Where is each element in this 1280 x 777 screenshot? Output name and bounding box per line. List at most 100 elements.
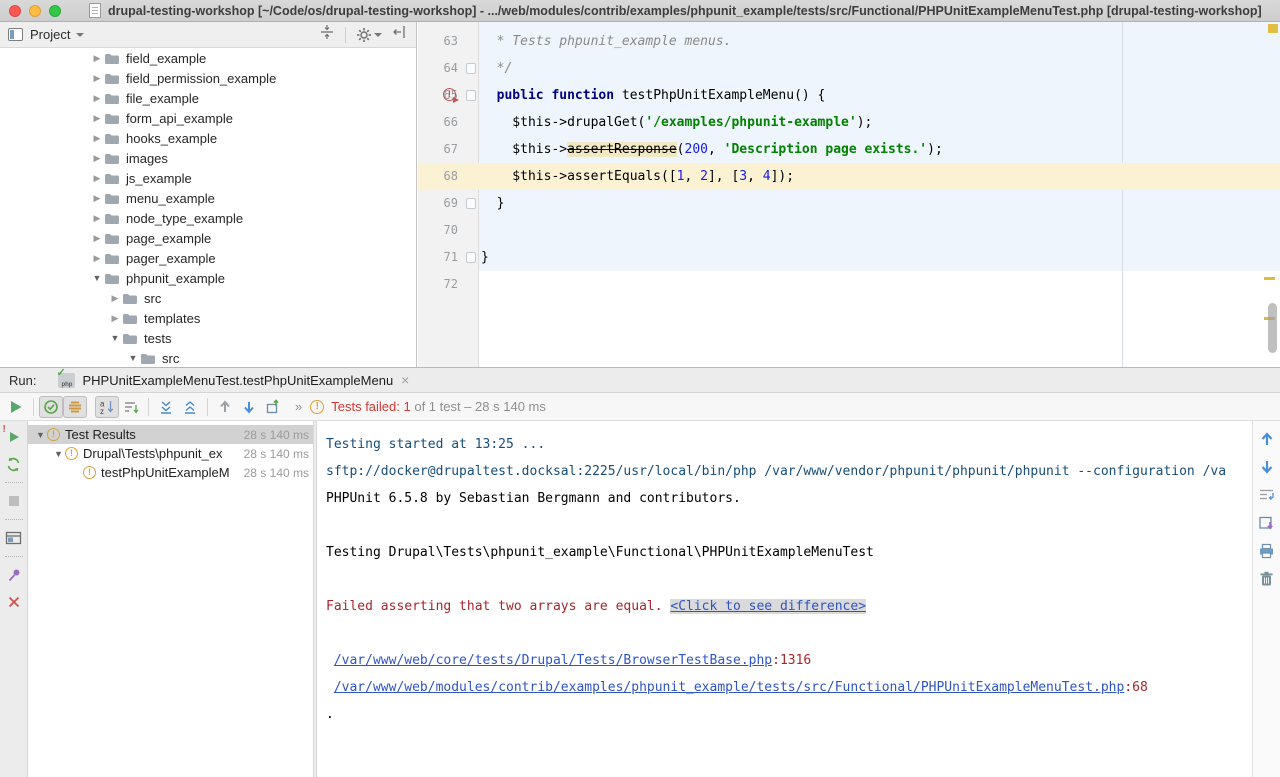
- rerun-button[interactable]: [4, 454, 24, 474]
- run-tool-window: Run: php ✓ PHPUnitExampleMenuTest.testPh…: [0, 367, 1280, 777]
- tests-failed-status: Tests failed: 1: [331, 399, 411, 414]
- collapse-all-button[interactable]: [178, 396, 202, 418]
- tree-item-hooks_example[interactable]: ▶hooks_example: [0, 128, 416, 148]
- console-link[interactable]: <Click to see difference>: [670, 599, 866, 614]
- project-tree: ▶field_example▶field_permission_example▶…: [0, 48, 416, 367]
- code-text: $this->assertEquals([1, 2], [3, 4]);: [481, 163, 794, 190]
- test-warning-icon: !: [47, 428, 60, 441]
- line-number: 66: [418, 109, 458, 136]
- hide-passed-button[interactable]: [39, 396, 63, 418]
- console-link[interactable]: /var/www/web/modules/contrib/examples/ph…: [334, 680, 1125, 695]
- fold-marker[interactable]: [466, 252, 476, 263]
- editor-line-69[interactable]: 69 }: [418, 190, 1280, 217]
- divider: [5, 556, 23, 557]
- hide-panel-icon[interactable]: [392, 24, 408, 45]
- line-number: 68: [418, 163, 458, 190]
- editor-line-67[interactable]: 67 $this->assertResponse(200, 'Descripti…: [418, 136, 1280, 163]
- failed-test-icon[interactable]: !: [443, 88, 456, 101]
- code-text: public function testPhpUnitExampleMenu()…: [481, 82, 825, 109]
- export-test-results-button[interactable]: [261, 396, 285, 418]
- test-tree-row[interactable]: !testPhpUnitExampleM28 s 140 ms: [28, 463, 313, 482]
- close-window-button[interactable]: [9, 5, 21, 17]
- clear-console-icon[interactable]: [1257, 569, 1277, 589]
- failed-badge-icon: !: [3, 424, 6, 435]
- editor-line-70[interactable]: 70: [418, 217, 1280, 244]
- tree-item-src[interactable]: ▼src: [0, 348, 416, 367]
- test-tree-row[interactable]: ▼!Test Results28 s 140 ms: [28, 425, 313, 444]
- test-console-output[interactable]: Testing started at 13:25 ...sftp://docke…: [317, 421, 1252, 777]
- tree-item-src[interactable]: ▶src: [0, 288, 416, 308]
- line-number: 71: [418, 244, 458, 271]
- editor-line-63[interactable]: 63 * Tests phpunit_example menus.: [418, 28, 1280, 55]
- fold-marker[interactable]: [466, 90, 476, 101]
- test-warning-icon: !: [65, 447, 78, 460]
- run-tab[interactable]: PHPUnitExampleMenuTest.testPhpUnitExampl…: [82, 373, 393, 388]
- rerun-failed-tests-button[interactable]: !: [4, 427, 24, 447]
- editor-line-71[interactable]: 71}: [418, 244, 1280, 271]
- tree-item-images[interactable]: ▶images: [0, 148, 416, 168]
- line-number: 72: [418, 271, 458, 298]
- fold-marker[interactable]: [466, 198, 476, 209]
- error-stripe-indicator[interactable]: [1268, 24, 1278, 33]
- console-right-toolbar: [1252, 421, 1280, 777]
- tree-item-field_example[interactable]: ▶field_example: [0, 48, 416, 68]
- editor-line-66[interactable]: 66 $this->drupalGet('/examples/phpunit-e…: [418, 109, 1280, 136]
- show-ignored-button[interactable]: [63, 396, 87, 418]
- chevron-down-icon[interactable]: [76, 33, 84, 37]
- code-editor[interactable]: 63 * Tests phpunit_example menus.64 */65…: [418, 22, 1280, 367]
- divider: [5, 482, 23, 483]
- collapse-all-icon[interactable]: [319, 24, 335, 45]
- editor-line-65[interactable]: 65! public function testPhpUnitExampleMe…: [418, 82, 1280, 109]
- console-line: Failed asserting that two arrays are equ…: [326, 593, 1252, 620]
- close-tab-icon[interactable]: ×: [401, 373, 409, 387]
- minimize-window-button[interactable]: [29, 5, 41, 17]
- rerun-button[interactable]: [4, 396, 28, 418]
- tree-item-form_api_example[interactable]: ▶form_api_example: [0, 108, 416, 128]
- sort-by-duration-button[interactable]: [119, 396, 143, 418]
- open-results-icon[interactable]: [1257, 513, 1277, 533]
- tree-item-tests[interactable]: ▼tests: [0, 328, 416, 348]
- tree-item-node_type_example[interactable]: ▶node_type_example: [0, 208, 416, 228]
- editor-scrollbar[interactable]: [1268, 303, 1277, 353]
- tests-failed-warning-icon: !: [310, 400, 324, 414]
- soft-wrap-icon[interactable]: [1257, 485, 1277, 505]
- code-text: $this->assertResponse(200, 'Description …: [481, 136, 943, 163]
- gear-icon[interactable]: [356, 27, 382, 43]
- console-link[interactable]: /var/www/web/core/tests/Drupal/Tests/Bro…: [334, 653, 772, 668]
- console-line: [326, 566, 1252, 593]
- window-title: drupal-testing-workshop [~/Code/os/drupa…: [108, 4, 1262, 18]
- close-button[interactable]: [4, 592, 24, 612]
- divider: [148, 398, 149, 416]
- editor-line-72[interactable]: 72: [418, 271, 1280, 298]
- restore-layout-button[interactable]: [4, 528, 24, 548]
- run-tab-bar: Run: php ✓ PHPUnitExampleMenuTest.testPh…: [0, 368, 1280, 393]
- toolbar-overflow-chevrons[interactable]: »: [295, 399, 302, 414]
- next-failed-test-button[interactable]: [237, 396, 261, 418]
- pin-icon[interactable]: [4, 565, 24, 585]
- sort-alphabetically-button[interactable]: az: [95, 396, 119, 418]
- previous-failed-test-button[interactable]: [213, 396, 237, 418]
- warning-stripe-mark[interactable]: [1264, 277, 1275, 280]
- stop-button[interactable]: [4, 491, 24, 511]
- print-icon[interactable]: [1257, 541, 1277, 561]
- expand-all-button[interactable]: [154, 396, 178, 418]
- test-warning-icon: !: [83, 466, 96, 479]
- tree-item-js_example[interactable]: ▶js_example: [0, 168, 416, 188]
- test-tree-row[interactable]: ▼!Drupal\Tests\phpunit_ex28 s 140 ms: [28, 444, 313, 463]
- line-number: 69: [418, 190, 458, 217]
- tree-item-templates[interactable]: ▶templates: [0, 308, 416, 328]
- document-icon: [89, 3, 101, 18]
- fold-marker[interactable]: [466, 63, 476, 74]
- editor-line-64[interactable]: 64 */: [418, 55, 1280, 82]
- tree-item-file_example[interactable]: ▶file_example: [0, 88, 416, 108]
- tree-item-pager_example[interactable]: ▶pager_example: [0, 248, 416, 268]
- previous-occurrence-icon[interactable]: [1257, 429, 1277, 449]
- tree-item-phpunit_example[interactable]: ▼phpunit_example: [0, 268, 416, 288]
- editor-line-68[interactable]: 68 $this->assertEquals([1, 2], [3, 4]);: [418, 163, 1280, 190]
- console-line: PHPUnit 6.5.8 by Sebastian Bergmann and …: [326, 485, 1252, 512]
- tree-item-page_example[interactable]: ▶page_example: [0, 228, 416, 248]
- zoom-window-button[interactable]: [49, 5, 61, 17]
- tree-item-menu_example[interactable]: ▶menu_example: [0, 188, 416, 208]
- next-occurrence-icon[interactable]: [1257, 457, 1277, 477]
- tree-item-field_permission_example[interactable]: ▶field_permission_example: [0, 68, 416, 88]
